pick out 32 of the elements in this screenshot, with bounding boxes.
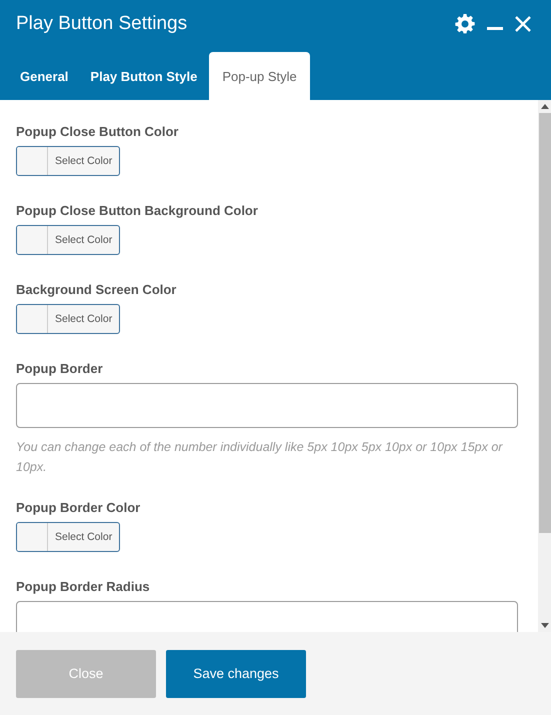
select-color-button[interactable]: Select Color — [48, 226, 120, 254]
minimize-icon[interactable] — [487, 27, 503, 31]
color-swatch[interactable] — [17, 305, 48, 333]
window-title: Play Button Settings — [16, 13, 188, 35]
scroll-up-icon[interactable] — [540, 104, 548, 109]
help-text: You can change each of the number individually like 5px 10px 5px 10px or 10px 15px or 10px. — [16, 439, 504, 476]
close-icon[interactable] — [515, 16, 531, 32]
scrollbar[interactable] — [538, 100, 551, 632]
color-swatch[interactable] — [17, 147, 48, 175]
select-color-button[interactable]: Select Color — [48, 305, 120, 333]
color-swatch[interactable] — [17, 523, 48, 551]
color-picker[interactable]: Select Color — [16, 146, 120, 176]
field-label: Popup Border Radius — [16, 579, 150, 594]
scroll-down-icon[interactable] — [540, 623, 548, 628]
color-picker[interactable]: Select Color — [16, 225, 120, 255]
field-label: Popup Close Button Color — [16, 124, 178, 139]
select-color-button[interactable]: Select Color — [48, 523, 120, 551]
settings-icon[interactable] — [455, 14, 475, 34]
color-picker[interactable]: Select Color — [16, 304, 120, 334]
tab[interactable]: Pop-up Style — [209, 52, 310, 100]
field-label: Popup Border — [16, 361, 103, 376]
tab[interactable]: Play Button Style — [80, 52, 208, 100]
scrollbar-thumb[interactable] — [538, 113, 550, 533]
color-swatch[interactable] — [17, 226, 48, 254]
save-button[interactable]: Save changes — [166, 650, 306, 698]
field-label: Background Screen Color — [16, 282, 176, 297]
color-picker[interactable]: Select Color — [16, 522, 120, 552]
input-field[interactable] — [16, 383, 518, 428]
tab[interactable]: General — [10, 52, 78, 100]
field-label: Popup Close Button Background Color — [16, 203, 258, 218]
field-label: Popup Border Color — [16, 500, 140, 515]
select-color-button[interactable]: Select Color — [48, 147, 120, 175]
